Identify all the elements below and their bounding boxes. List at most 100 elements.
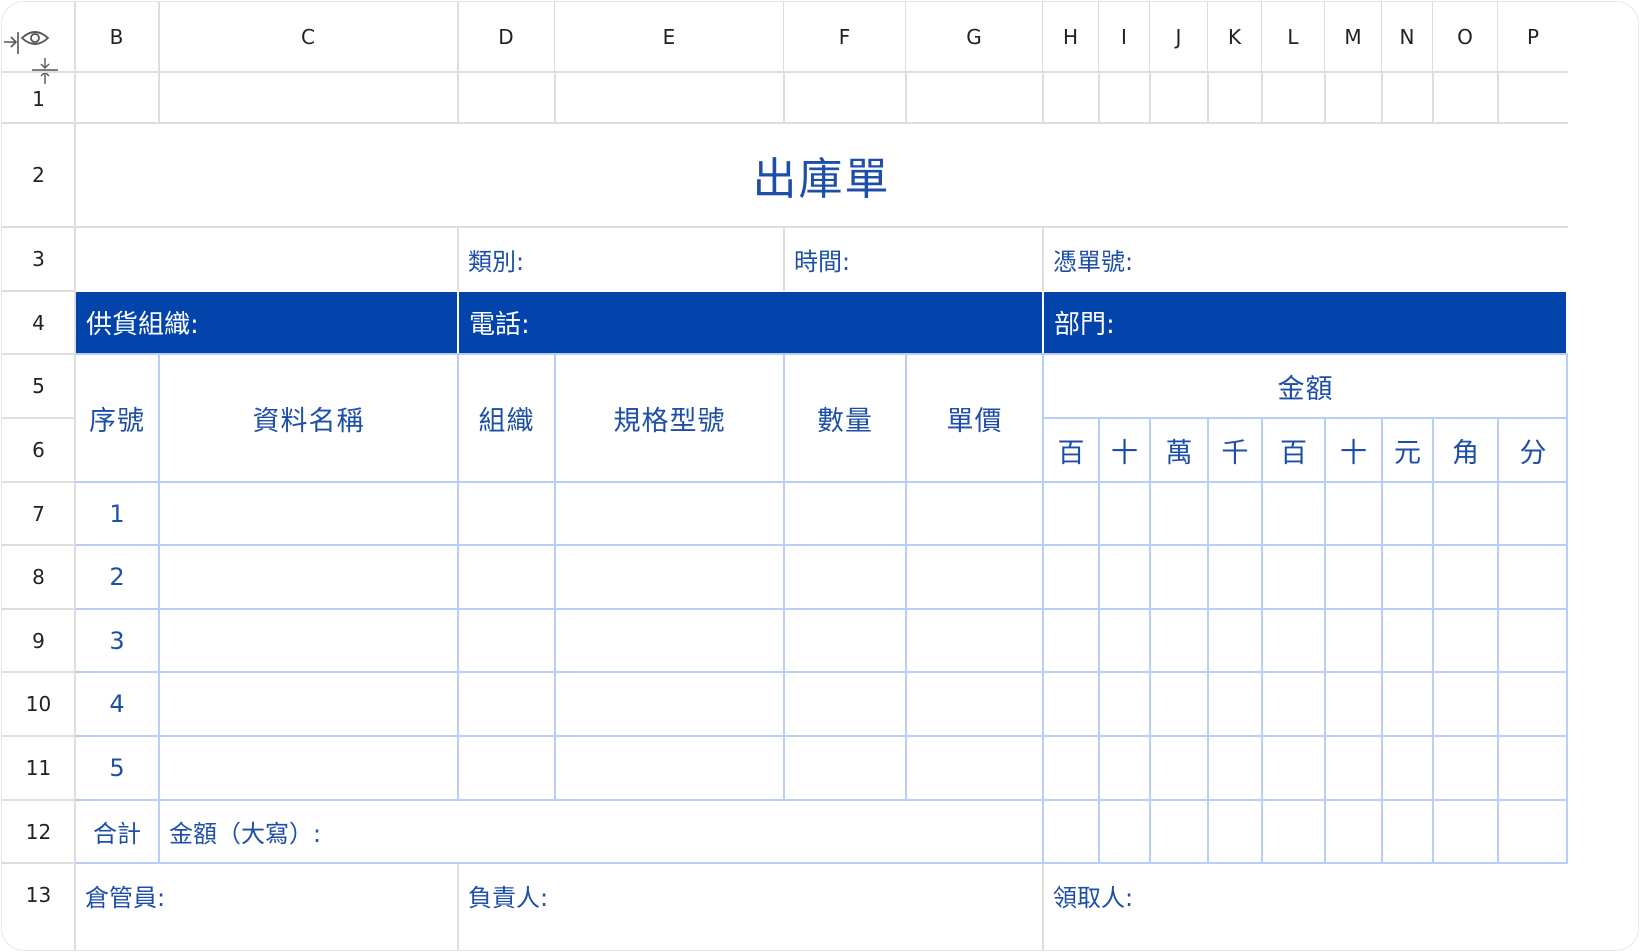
grid-line xyxy=(783,72,785,123)
eye-icon[interactable] xyxy=(20,31,50,45)
column-header-m[interactable]: M xyxy=(1325,2,1382,72)
column-label-name[interactable]: 資料名稱 xyxy=(159,354,458,482)
table-border xyxy=(1432,418,1434,863)
freeze-columns-icon[interactable] xyxy=(4,32,19,54)
grid-line xyxy=(1497,72,1499,123)
table-border xyxy=(1261,418,1263,863)
column-label-quantity[interactable]: 數量 xyxy=(784,354,906,482)
item-number-cell[interactable]: 4 xyxy=(75,672,159,736)
grid-line xyxy=(1432,72,1434,123)
grid-line xyxy=(2,71,1568,73)
table-border xyxy=(1497,418,1499,863)
voucher-number-field[interactable]: 憑單號: xyxy=(1043,227,1568,291)
item-number-cell[interactable]: 3 xyxy=(75,609,159,672)
total-label[interactable]: 合計 xyxy=(75,800,159,863)
column-header-b[interactable]: B xyxy=(75,2,159,72)
row-header-2[interactable]: 2 xyxy=(2,123,75,227)
grid-line xyxy=(1207,72,1209,123)
column-header-j[interactable]: J xyxy=(1150,2,1208,72)
time-field[interactable]: 時間: xyxy=(784,227,1043,291)
column-header-p[interactable]: P xyxy=(1498,2,1568,72)
column-header-o[interactable]: O xyxy=(1433,2,1498,72)
grid-line xyxy=(2,671,75,673)
digit-label-yuan[interactable]: 元 xyxy=(1382,418,1433,482)
column-header-c[interactable]: C xyxy=(159,2,458,72)
column-header-d[interactable]: D xyxy=(458,2,555,72)
grid-line xyxy=(2,353,75,355)
row-header-4[interactable]: 4 xyxy=(2,291,75,354)
row-header-1[interactable]: 1 xyxy=(2,72,75,123)
table-border xyxy=(1381,418,1383,863)
digit-label-ten[interactable]: 十 xyxy=(1325,418,1382,482)
item-number-cell[interactable]: 5 xyxy=(75,736,159,800)
grid-line xyxy=(2,544,75,546)
digit-label-hundred-thousand[interactable]: 百 xyxy=(1043,418,1099,482)
item-number-cell[interactable]: 2 xyxy=(75,545,159,609)
grid-line xyxy=(554,72,556,123)
column-header-f[interactable]: F xyxy=(784,2,906,72)
grid-line xyxy=(1324,72,1326,123)
sheet-title[interactable]: 出庫單 xyxy=(75,123,1568,227)
column-label-index[interactable]: 序號 xyxy=(75,354,159,482)
grid-line xyxy=(2,417,75,419)
column-header-h[interactable]: H xyxy=(1043,2,1099,72)
grid-line xyxy=(457,2,459,123)
grid-line xyxy=(158,2,160,123)
table-border xyxy=(75,608,1568,610)
digit-label-ten-thousand-tens[interactable]: 十 xyxy=(1099,418,1150,482)
phone-field[interactable]: 電話: xyxy=(459,292,1042,353)
row-header-13[interactable]: 13 xyxy=(2,863,75,927)
grid-line xyxy=(2,735,75,737)
table-border xyxy=(1149,418,1151,863)
digit-label-jiao[interactable]: 角 xyxy=(1433,418,1498,482)
column-label-unit-price[interactable]: 單價 xyxy=(906,354,1043,482)
column-label-spec[interactable]: 規格型號 xyxy=(555,354,784,482)
table-border xyxy=(1324,418,1326,863)
grid-line xyxy=(1042,72,1044,123)
grid-line xyxy=(2,608,75,610)
grid-line xyxy=(2,862,75,864)
category-field[interactable]: 類別: xyxy=(458,227,783,291)
item-number-cell[interactable]: 1 xyxy=(75,482,159,545)
column-header-n[interactable]: N xyxy=(1382,2,1433,72)
grid-line xyxy=(1149,72,1151,123)
row-header-9[interactable]: 9 xyxy=(2,609,75,672)
table-border xyxy=(1207,418,1209,863)
column-label-org[interactable]: 組織 xyxy=(458,354,555,482)
grid-line xyxy=(2,290,75,292)
spreadsheet-canvas: B C D E F G H I J K L M N O P 1 2 3 4 5 … xyxy=(2,2,1638,950)
row-header-12[interactable]: 12 xyxy=(2,800,75,863)
column-header-i[interactable]: I xyxy=(1099,2,1150,72)
column-header-l[interactable]: L xyxy=(1262,2,1325,72)
total-amount-capital-field[interactable]: 金額（大寫）: xyxy=(159,800,1043,863)
digit-label-thousand[interactable]: 千 xyxy=(1208,418,1262,482)
warehouse-keeper-field[interactable]: 倉管員: xyxy=(75,863,458,927)
corner-controls xyxy=(2,2,75,84)
row-header-11[interactable]: 11 xyxy=(2,736,75,800)
grid-line xyxy=(2,481,75,483)
row-header-8[interactable]: 8 xyxy=(2,545,75,609)
row-header-10[interactable]: 10 xyxy=(2,672,75,736)
receiver-field[interactable]: 領取人: xyxy=(1043,863,1568,927)
digit-label-hundred[interactable]: 百 xyxy=(1262,418,1325,482)
person-in-charge-field[interactable]: 負責人: xyxy=(458,863,1043,927)
row-header-3[interactable]: 3 xyxy=(2,227,75,291)
table-border xyxy=(75,735,1568,737)
column-header-e[interactable]: E xyxy=(555,2,784,72)
column-header-k[interactable]: K xyxy=(1208,2,1262,72)
digit-label-fen[interactable]: 分 xyxy=(1498,418,1568,482)
column-label-amount[interactable]: 金額 xyxy=(1043,354,1568,418)
row-header-5[interactable]: 5 xyxy=(2,354,75,418)
row-header-6[interactable]: 6 xyxy=(2,418,75,482)
grid-line xyxy=(2,799,75,801)
row-header-7[interactable]: 7 xyxy=(2,482,75,545)
table-border xyxy=(75,671,1568,673)
grid-line xyxy=(1381,72,1383,123)
department-field[interactable]: 部門: xyxy=(1044,292,1566,353)
digit-label-ten-thousand[interactable]: 萬 xyxy=(1150,418,1208,482)
table-border xyxy=(75,544,1568,546)
table-border xyxy=(1098,418,1100,863)
supplier-org-field[interactable]: 供貨組織: xyxy=(76,292,457,353)
column-header-g[interactable]: G xyxy=(906,2,1043,72)
grid-line xyxy=(905,72,907,123)
